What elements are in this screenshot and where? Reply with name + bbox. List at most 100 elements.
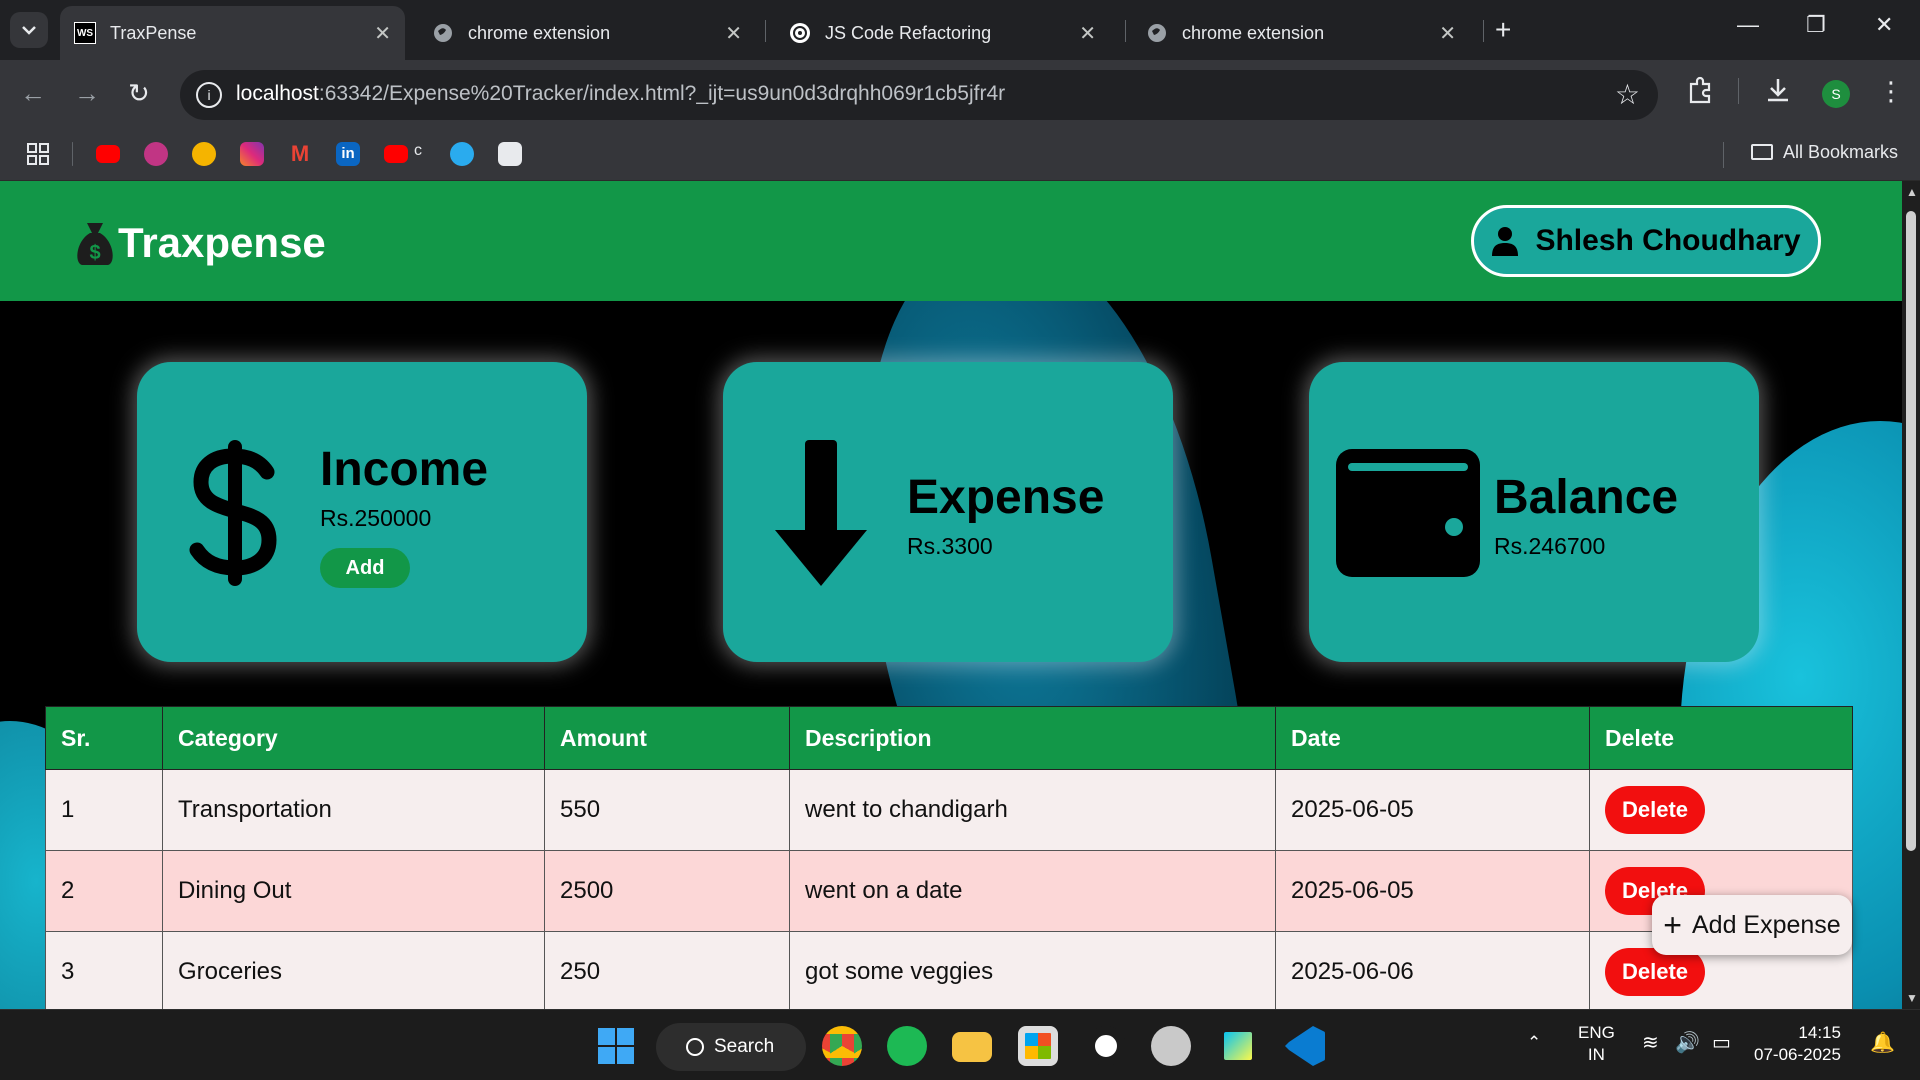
- notifications-icon[interactable]: 🔔: [1870, 1032, 1895, 1054]
- youtube-icon[interactable]: [96, 145, 120, 163]
- restore-icon[interactable]: ❐: [1806, 12, 1826, 38]
- description-cell: got some veggies: [789, 931, 1276, 1009]
- close-window-icon[interactable]: ✕: [1875, 12, 1893, 38]
- column-header: Category: [162, 706, 545, 770]
- close-tab-icon[interactable]: ✕: [374, 21, 391, 46]
- scroll-up-icon[interactable]: ▲: [1906, 185, 1918, 199]
- taskbar-search[interactable]: Search: [656, 1023, 806, 1071]
- clock-date: 07-06-2025: [1754, 1045, 1841, 1064]
- tab-traxpense[interactable]: WS TraxPense ✕: [60, 6, 405, 60]
- table-row: 3 Groceries 250 got some veggies 2025-06…: [45, 931, 1853, 1009]
- minimize-icon[interactable]: —: [1737, 12, 1759, 38]
- microsoft-store-icon[interactable]: [1018, 1026, 1058, 1066]
- balance-card: Balance Rs.246700: [1309, 362, 1759, 662]
- chrome-icon[interactable]: [822, 1026, 862, 1066]
- bookmark-star-icon[interactable]: ☆: [1615, 78, 1640, 111]
- language-indicator[interactable]: ENG IN: [1578, 1022, 1615, 1066]
- profile-avatar[interactable]: S: [1822, 80, 1850, 108]
- gmail-icon[interactable]: M: [288, 142, 312, 166]
- scroll-down-icon[interactable]: ▼: [1906, 991, 1918, 1005]
- clock-time: 14:15: [1798, 1023, 1841, 1042]
- bookmark-separator: [72, 142, 73, 166]
- tab-title: TraxPense: [110, 22, 197, 43]
- windows-start-icon[interactable]: [596, 1026, 636, 1066]
- all-bookmarks-button[interactable]: All Bookmarks: [1750, 142, 1898, 163]
- tab-title: JS Code Refactoring: [825, 22, 992, 43]
- youtube-icon[interactable]: [384, 145, 408, 163]
- app-eye-icon[interactable]: [1151, 1026, 1191, 1066]
- add-expense-button[interactable]: + Add Expense: [1652, 895, 1852, 955]
- app-header: $ Traxpense Shlesh Choudhary: [0, 181, 1902, 301]
- openai-icon: [789, 22, 811, 44]
- extensions-icon[interactable]: [1686, 76, 1714, 111]
- tab-separator: [1483, 20, 1484, 42]
- add-income-button[interactable]: Add: [320, 548, 410, 588]
- balance-value: Rs.246700: [1494, 533, 1606, 559]
- linkedin-icon[interactable]: in: [336, 142, 360, 166]
- instagram-icon[interactable]: [240, 142, 264, 166]
- income-title: Income: [320, 443, 489, 496]
- date-cell: 2025-06-06: [1275, 931, 1590, 1009]
- forward-icon[interactable]: →: [74, 78, 100, 109]
- webstorm-icon[interactable]: [1218, 1026, 1258, 1066]
- tab-js-code-refactoring[interactable]: JS Code Refactoring ✕: [775, 6, 1110, 60]
- user-icon: [1491, 226, 1519, 256]
- bookmark-separator: [1723, 142, 1724, 168]
- bookmark-circle-icon[interactable]: [144, 142, 168, 166]
- reload-icon[interactable]: ↻: [128, 78, 150, 109]
- menu-dots-icon[interactable]: ⋮: [1878, 76, 1904, 107]
- bookmark-c-label[interactable]: c: [414, 142, 422, 160]
- column-header: Delete: [1589, 706, 1853, 770]
- site-info-icon[interactable]: i: [196, 82, 222, 108]
- url-text[interactable]: localhost:63342/Expense%20Tracker/index.…: [236, 82, 1005, 106]
- add-expense-label: Add Expense: [1691, 910, 1841, 939]
- clock[interactable]: 14:15 07-06-2025: [1754, 1022, 1841, 1066]
- page-viewport: $ Traxpense Shlesh Choudhary Income Rs.2…: [0, 181, 1902, 1009]
- file-explorer-icon[interactable]: [952, 1032, 992, 1062]
- download-icon[interactable]: [1765, 76, 1791, 111]
- tab-search-button[interactable]: [10, 12, 48, 48]
- github-icon[interactable]: [1086, 1026, 1126, 1066]
- date-cell: 2025-06-05: [1275, 850, 1590, 932]
- column-header: Amount: [544, 706, 790, 770]
- plus-icon: +: [1663, 907, 1682, 943]
- close-tab-icon[interactable]: ✕: [1439, 21, 1456, 46]
- bookmark-ring-icon[interactable]: [192, 142, 216, 166]
- table-header-row: Sr. Category Amount Description Date Del…: [45, 706, 1853, 770]
- spotify-icon[interactable]: [887, 1026, 927, 1066]
- delete-button[interactable]: Delete: [1605, 786, 1705, 834]
- search-icon: [686, 1038, 704, 1056]
- category-cell: Transportation: [162, 769, 545, 851]
- vscode-icon[interactable]: [1285, 1026, 1325, 1066]
- scroll-thumb[interactable]: [1906, 211, 1916, 851]
- telegram-icon[interactable]: [450, 142, 474, 166]
- page-scrollbar[interactable]: ▲ ▼: [1902, 181, 1920, 1009]
- table-row: 2 Dining Out 2500 went on a date 2025-06…: [45, 850, 1853, 932]
- volume-icon[interactable]: 🔊: [1675, 1032, 1700, 1054]
- table-row: 1 Transportation 550 went to chandigarh …: [45, 769, 1853, 851]
- user-profile-button[interactable]: Shlesh Choudhary: [1471, 205, 1821, 277]
- address-bar[interactable]: i localhost:63342/Expense%20Tracker/inde…: [180, 70, 1658, 120]
- brand-logo[interactable]: $ Traxpense: [72, 219, 326, 267]
- back-icon[interactable]: ←: [20, 78, 46, 109]
- delete-button[interactable]: Delete: [1605, 948, 1705, 996]
- column-header: Sr.: [45, 706, 163, 770]
- browser-toolbar: ← → ↻ i localhost:63342/Expense%20Tracke…: [0, 60, 1920, 130]
- apps-grid-icon[interactable]: [26, 142, 50, 166]
- wifi-icon[interactable]: ≋: [1642, 1032, 1659, 1054]
- globe-icon: [432, 22, 454, 44]
- date-cell: 2025-06-05: [1275, 769, 1590, 851]
- tray-overflow-icon[interactable]: ⌃: [1527, 1032, 1541, 1054]
- close-tab-icon[interactable]: ✕: [1079, 21, 1096, 46]
- bookmark-hex-icon[interactable]: [498, 142, 522, 166]
- expense-title: Expense: [907, 471, 1105, 524]
- close-tab-icon[interactable]: ✕: [725, 21, 742, 46]
- tab-chrome-extension-2[interactable]: chrome extension ✕: [1132, 6, 1470, 60]
- user-name: Shlesh Choudhary: [1535, 224, 1801, 257]
- battery-icon[interactable]: ▭: [1712, 1032, 1731, 1054]
- new-tab-button[interactable]: +: [1495, 14, 1511, 46]
- category-cell: Dining Out: [162, 850, 545, 932]
- tab-separator: [1125, 20, 1126, 42]
- chevron-down-icon: [22, 26, 36, 35]
- tab-chrome-extension-1[interactable]: chrome extension ✕: [418, 6, 756, 60]
